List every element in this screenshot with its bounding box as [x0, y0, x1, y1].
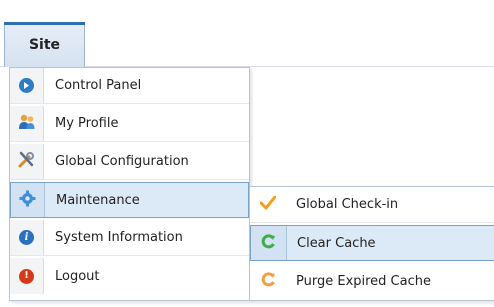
site-menu-label: Site — [28, 37, 61, 53]
menu-item-logout[interactable]: ! Logout — [10, 258, 249, 294]
menu-item-label: My Profile — [55, 116, 119, 131]
menu-item-label: Maintenance — [56, 192, 140, 208]
menu-item-label: Control Panel — [55, 78, 142, 93]
checkmark-icon — [259, 195, 277, 214]
menu-item-my-profile[interactable]: My Profile — [10, 106, 249, 142]
maintenance-submenu: Global Check-in Clear Cache Purge Expire… — [249, 186, 494, 301]
info-icon: i — [19, 230, 34, 245]
top-strip — [0, 0, 494, 10]
menu-item-label: Global Configuration — [55, 154, 189, 169]
control-panel-icon — [19, 78, 34, 93]
user-icon — [18, 114, 36, 134]
site-menu-tab[interactable]: Site — [4, 22, 85, 67]
menu-item-maintenance[interactable]: Maintenance — [10, 182, 249, 218]
gear-icon — [19, 190, 36, 211]
refresh-icon — [261, 233, 276, 253]
menu-item-control-panel[interactable]: Control Panel — [10, 68, 249, 104]
menu-item-label: Logout — [55, 268, 100, 284]
submenu-item-label: Global Check-in — [296, 197, 399, 212]
refresh-icon — [261, 271, 276, 291]
tools-icon — [18, 151, 35, 172]
submenu-item-clear-cache[interactable]: Clear Cache — [250, 225, 494, 261]
logout-icon: ! — [19, 268, 34, 284]
menu-item-system-information[interactable]: i System Information — [10, 220, 249, 256]
submenu-item-label: Purge Expired Cache — [296, 273, 431, 289]
submenu-item-label: Clear Cache — [297, 235, 376, 251]
submenu-item-global-check-in[interactable]: Global Check-in — [250, 187, 494, 223]
menu-item-label: System Information — [55, 230, 183, 245]
site-dropdown-menu: Control Panel My Profile Global Configur… — [9, 67, 250, 301]
submenu-item-purge-expired-cache[interactable]: Purge Expired Cache — [250, 263, 494, 299]
menu-item-global-configuration[interactable]: Global Configuration — [10, 144, 249, 180]
